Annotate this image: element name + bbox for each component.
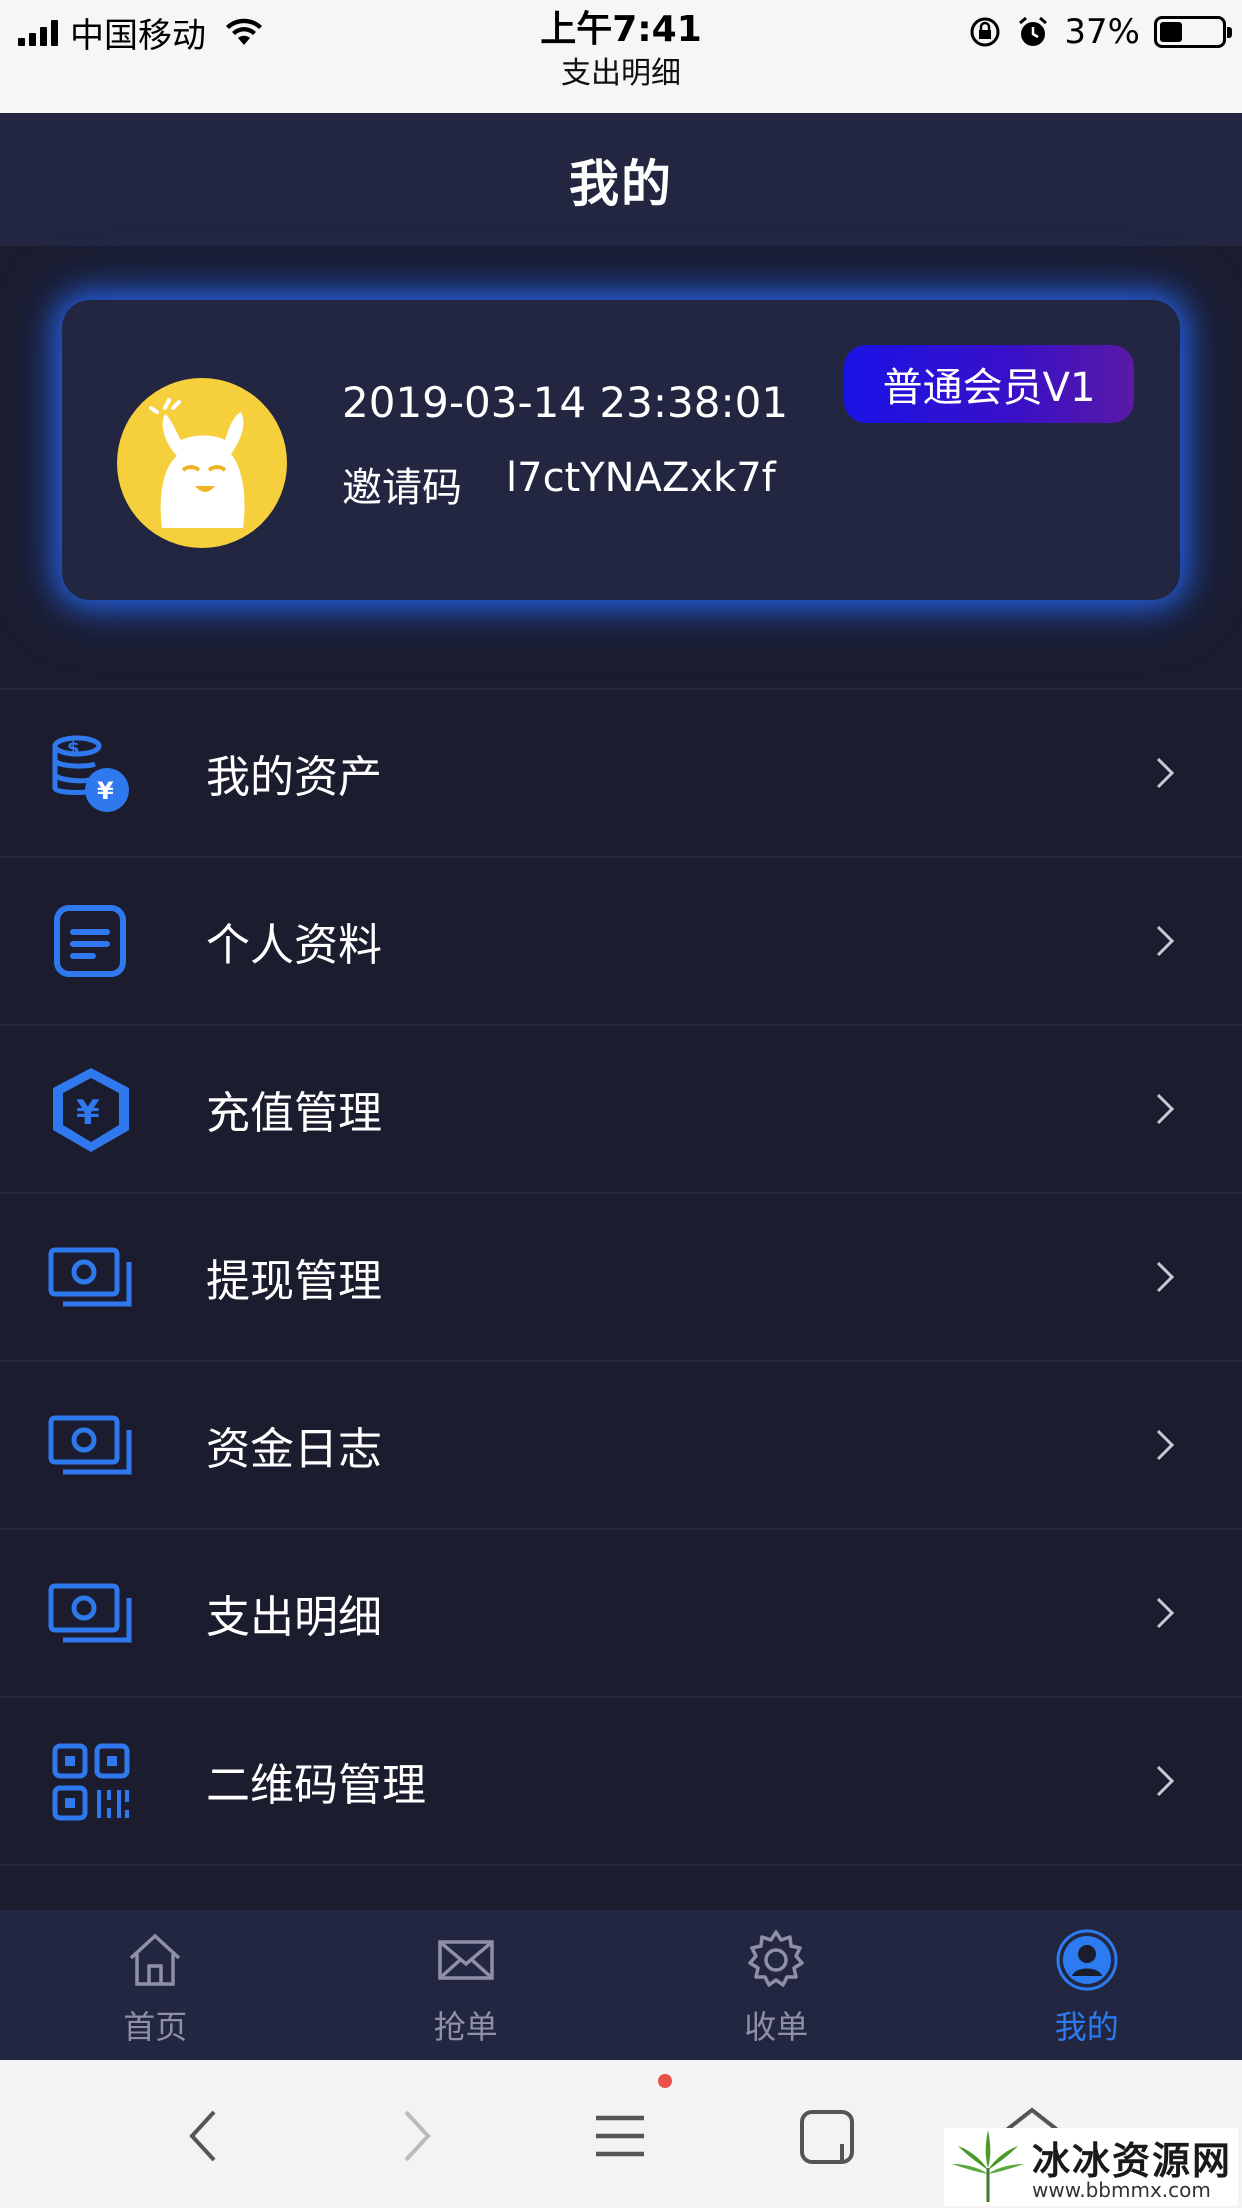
- document-icon: [54, 905, 126, 977]
- menu-item-label: 个人资料: [206, 920, 382, 971]
- tab-home[interactable]: 首页: [0, 1910, 311, 2060]
- svg-text:¥: ¥: [76, 1093, 100, 1133]
- register-datetime: 2019-03-14 23:38:01: [342, 378, 789, 427]
- member-level-badge: 普通会员V1: [844, 345, 1134, 423]
- svg-text:¥: ¥: [97, 777, 114, 805]
- gear-icon: [748, 1930, 804, 1987]
- menu-item-label: 二维码管理: [206, 1760, 426, 1811]
- notification-dot: [658, 2074, 672, 2088]
- avatar[interactable]: [117, 378, 287, 548]
- menu-item-expense-details[interactable]: 支出明细: [0, 1528, 1242, 1696]
- menu-item-withdraw[interactable]: 提现管理: [0, 1192, 1242, 1360]
- tab-label: 首页: [123, 2008, 188, 2046]
- battery-fill: [1160, 22, 1183, 42]
- tab-label: 我的: [1054, 2008, 1119, 2046]
- shield-yen-icon: ¥: [53, 1068, 129, 1152]
- menu-item-profile[interactable]: 个人资料: [0, 856, 1242, 1024]
- battery-percent: 37%: [1064, 12, 1140, 52]
- chevron-right-icon: [1156, 757, 1175, 789]
- mail-icon: [438, 1940, 494, 1980]
- alarm-icon: [1019, 16, 1048, 46]
- cash-icon: [48, 1247, 132, 1307]
- menu-item-label: 支出明细: [206, 1592, 382, 1643]
- tab-bar: 首页 抢单 收单 我的: [0, 1910, 1242, 2060]
- menu-item-partial: [0, 1864, 1242, 1904]
- menu-item-my-assets[interactable]: $ ¥ 我的资产: [0, 688, 1242, 856]
- watermark-url: www.bbmmx.com: [1032, 2178, 1211, 2202]
- rotation-lock-icon: [970, 17, 1000, 47]
- menu-item-label: 资金日志: [206, 1424, 382, 1475]
- invite-code[interactable]: l7ctYNAZxk7f: [506, 455, 776, 513]
- cash-icon: [48, 1415, 132, 1475]
- status-right: 37%: [968, 10, 1232, 54]
- menu-item-qr-code[interactable]: 二维码管理: [0, 1696, 1242, 1864]
- chevron-right-icon: [1156, 1429, 1175, 1461]
- watermark-title: 冰冰资源网: [1032, 2138, 1233, 2183]
- coins-yen-icon: $ ¥: [52, 735, 129, 812]
- menu-icon[interactable]: [588, 2104, 652, 2168]
- tab-mine[interactable]: 我的: [932, 1910, 1242, 2060]
- home-icon: [130, 1933, 181, 1986]
- menu-list: $ ¥ 我的资产 个人资料 ¥ 充值管理 提现管理 资金日志 支出明细 二维码管…: [0, 688, 1242, 1904]
- invite-label: 邀请码: [342, 465, 462, 511]
- profile-card: 2019-03-14 23:38:01 邀请码 l7ctYNAZxk7f 普通会…: [62, 300, 1180, 600]
- page-title: 我的: [569, 154, 673, 213]
- leaf-logo: [952, 2130, 1024, 2202]
- watermark: 冰冰资源网 www.bbmmx.com: [944, 2128, 1238, 2206]
- menu-item-label: 提现管理: [206, 1256, 382, 1307]
- tabs-icon[interactable]: [796, 2104, 860, 2168]
- tab-label: 抢单: [433, 2008, 498, 2046]
- menu-item-label: 我的资产: [206, 752, 382, 803]
- invite-row: 邀请码 l7ctYNAZxk7f: [342, 455, 776, 513]
- menu-item-label: 充值管理: [206, 1088, 382, 1139]
- page-header: 我的: [0, 113, 1242, 246]
- user-icon: [1056, 1929, 1118, 1991]
- tab-grab-order[interactable]: 抢单: [311, 1910, 622, 2060]
- chevron-right-icon: [1156, 1765, 1175, 1797]
- forward-icon[interactable]: [382, 2104, 446, 2168]
- cash-icon: [48, 1583, 132, 1643]
- back-icon[interactable]: [174, 2104, 238, 2168]
- chevron-right-icon: [1156, 1597, 1175, 1629]
- menu-item-recharge[interactable]: ¥ 充值管理: [0, 1024, 1242, 1192]
- page-name: 支出明细: [561, 56, 681, 91]
- menu-item-fund-log[interactable]: 资金日志: [0, 1360, 1242, 1528]
- qr-code-icon: [52, 1743, 130, 1821]
- tab-label: 收单: [744, 2008, 809, 2046]
- svg-text:$: $: [67, 738, 80, 759]
- chevron-right-icon: [1156, 1261, 1175, 1293]
- chevron-right-icon: [1156, 925, 1175, 957]
- avatar-illustration: [149, 398, 245, 528]
- chevron-right-icon: [1156, 1093, 1175, 1125]
- tab-collect[interactable]: 收单: [621, 1910, 932, 2060]
- battery-icon: [1154, 16, 1232, 48]
- status-bar: 中国移动 上午7:41 支出明细 37%: [0, 0, 1242, 113]
